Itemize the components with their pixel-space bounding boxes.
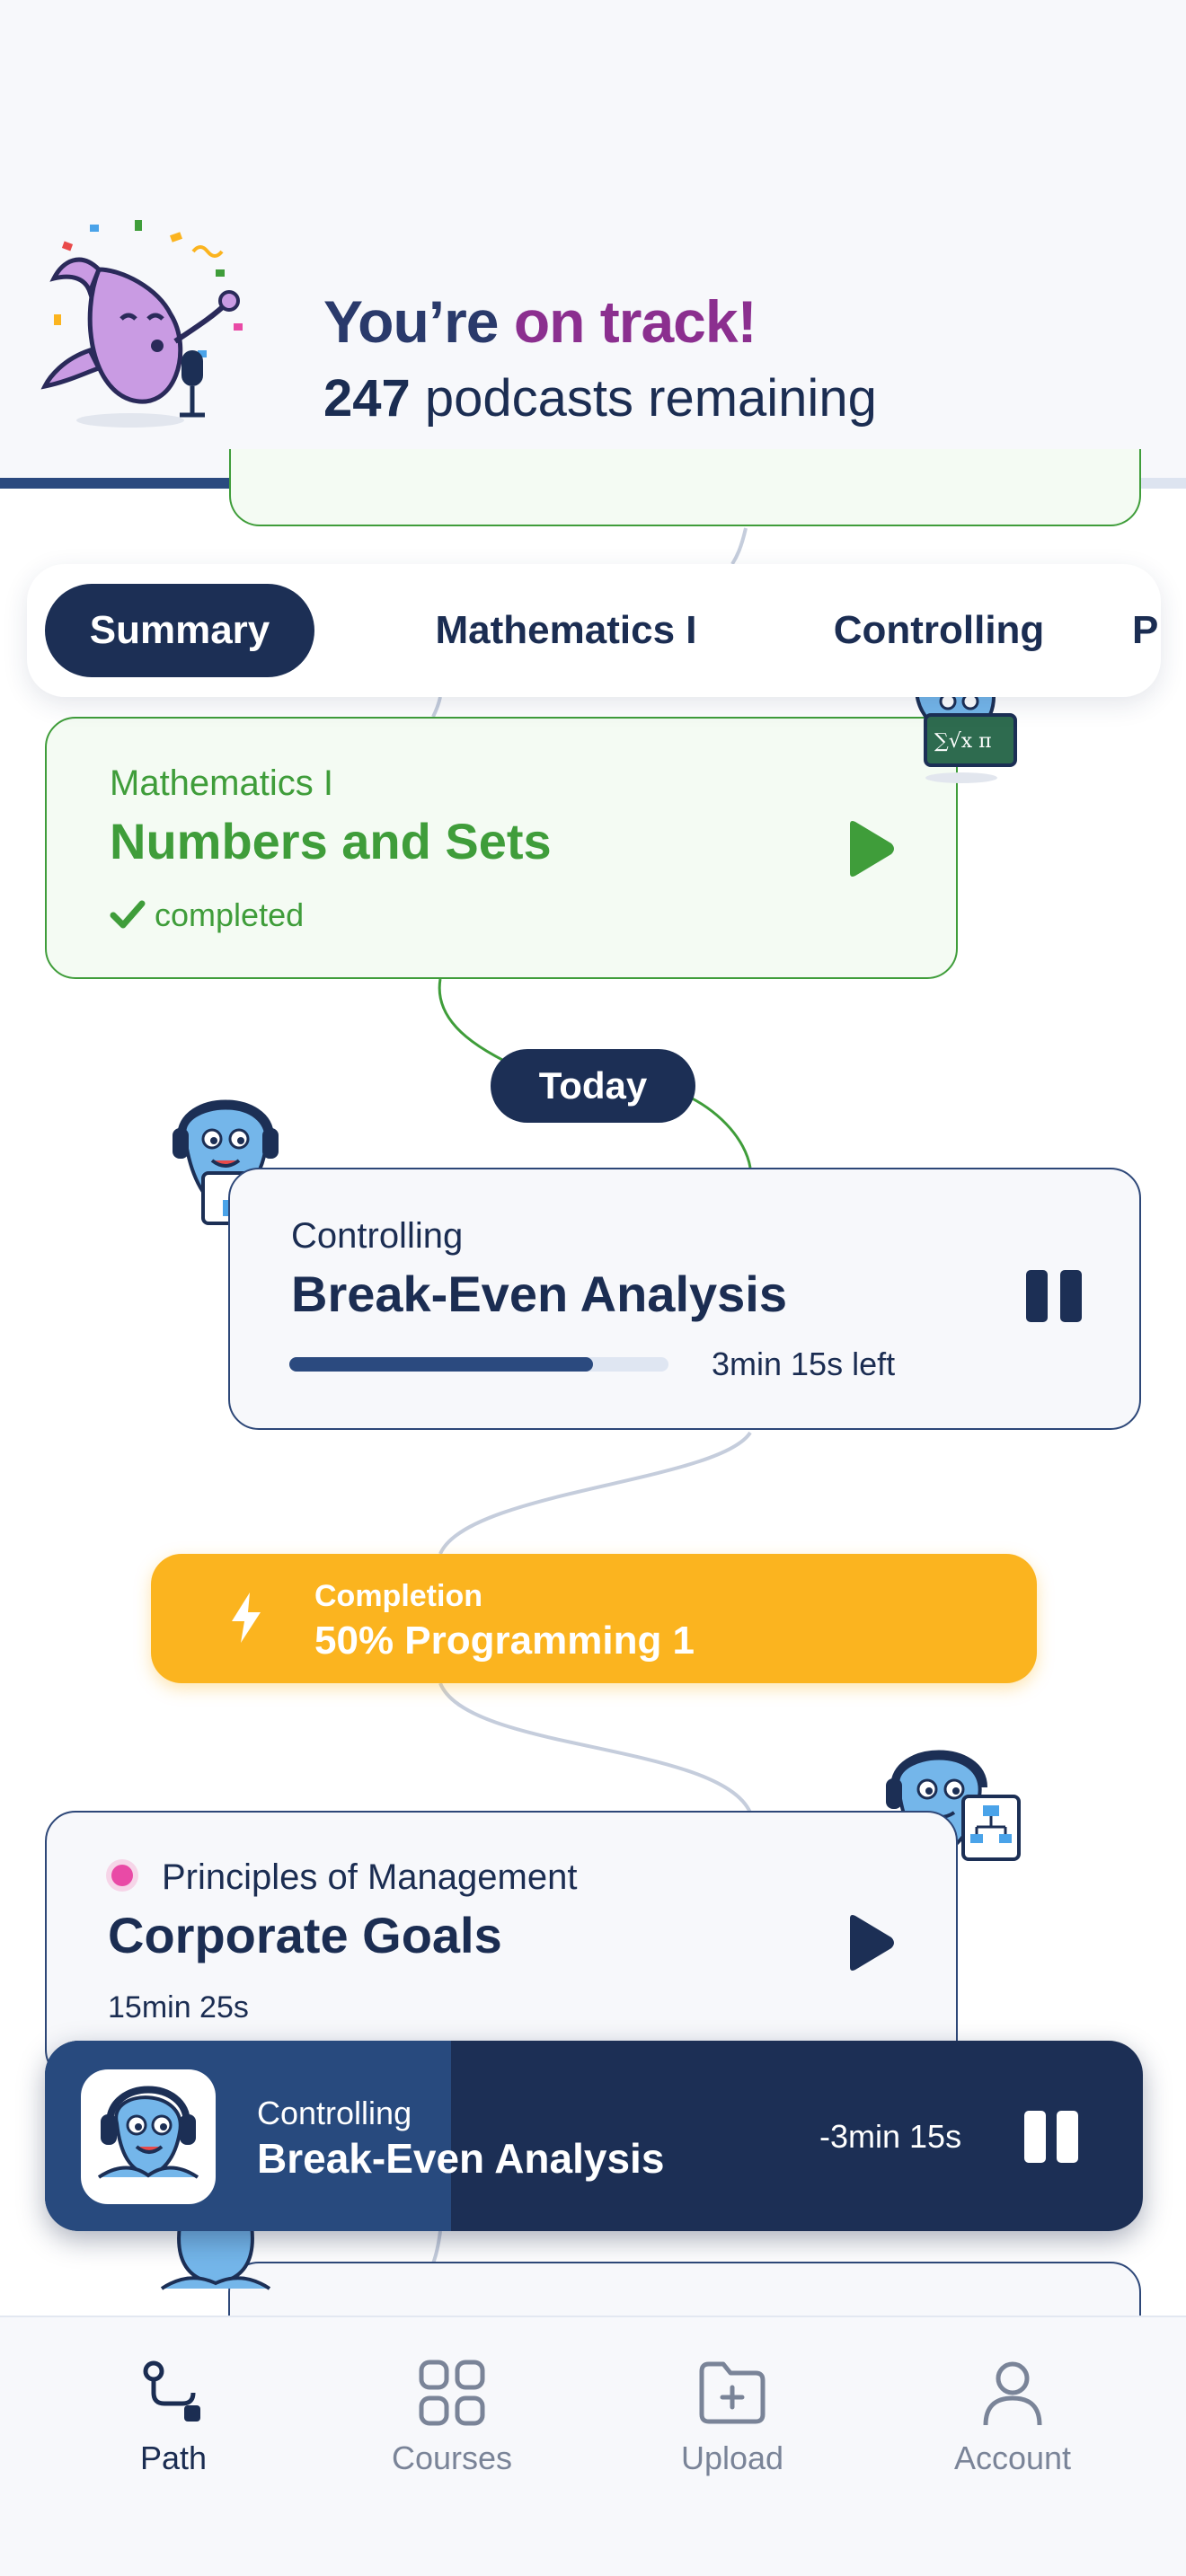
nav-courses[interactable]: Courses xyxy=(304,2317,600,2576)
play-icon[interactable] xyxy=(843,1913,897,1972)
previous-lesson-card[interactable] xyxy=(229,449,1141,526)
milestone-card: Completion 50% Programming 1 xyxy=(151,1554,1037,1683)
mini-player-pause-icon[interactable] xyxy=(1024,2111,1078,2163)
lesson-progress-fill xyxy=(289,1357,593,1372)
nav-upload-label: Upload xyxy=(680,2439,784,2476)
completed-label: completed xyxy=(155,896,305,933)
time-left: 3min 15s left xyxy=(712,1345,896,1382)
mini-player[interactable]: Controlling Break-Even Analysis -3min 15… xyxy=(45,2041,1143,2231)
nav-account-label: Account xyxy=(953,2439,1072,2476)
tab-mathematics-1[interactable]: Mathematics I xyxy=(368,584,764,677)
nav-account[interactable]: Account xyxy=(864,2317,1161,2576)
tab-summary[interactable]: Summary xyxy=(45,584,314,677)
mini-player-course: Controlling xyxy=(257,2095,412,2131)
user-icon xyxy=(983,2361,1042,2426)
lesson-course: Mathematics I xyxy=(110,763,333,803)
nav-upload[interactable]: Upload xyxy=(584,2317,881,2576)
pause-icon[interactable] xyxy=(1026,1270,1082,1322)
status-title: You’re on track! xyxy=(323,288,757,355)
mini-player-artwork xyxy=(81,2069,216,2204)
lightning-icon xyxy=(232,1592,261,1643)
lesson-course: Controlling xyxy=(291,1216,464,1256)
course-color-dot xyxy=(111,1865,133,1886)
folder-plus-icon xyxy=(699,2361,766,2424)
lesson-course: Principles of Management xyxy=(162,1857,578,1897)
status-title-accent: on track! xyxy=(513,288,757,355)
lesson-card-completed[interactable]: Mathematics I Numbers and Sets completed xyxy=(45,717,958,979)
milestone-label: Completion xyxy=(314,1579,482,1613)
path-icon xyxy=(143,2360,200,2422)
lesson-title: Break-Even Analysis xyxy=(291,1266,787,1322)
mini-player-title: Break-Even Analysis xyxy=(257,2135,665,2182)
lesson-title: Corporate Goals xyxy=(108,1907,502,1963)
lesson-progress-bar xyxy=(289,1357,668,1372)
today-marker: Today xyxy=(491,1049,695,1123)
mini-player-remaining: -3min 15s xyxy=(819,2118,962,2155)
tab-next[interactable]: P xyxy=(1132,584,1161,677)
podcast-mascot-icon xyxy=(97,2086,199,2179)
grid-icon xyxy=(419,2360,485,2426)
play-icon[interactable] xyxy=(843,819,897,878)
completed-status: completed xyxy=(110,896,304,934)
nav-path[interactable]: Path xyxy=(25,2317,322,2576)
nav-path-label: Path xyxy=(139,2439,208,2476)
check-icon xyxy=(110,900,146,929)
nav-courses-label: Courses xyxy=(391,2439,513,2476)
svg-text:∑√x π: ∑√x π xyxy=(934,730,992,753)
header: You’re on track! 247 podcasts remaining xyxy=(0,0,1186,489)
lesson-card-next[interactable]: Principles of Management Corporate Goals… xyxy=(45,1811,958,2080)
tab-controlling[interactable]: Controlling xyxy=(773,584,1105,677)
lesson-title: Numbers and Sets xyxy=(110,813,552,869)
party-mascot-icon xyxy=(40,220,243,428)
bottom-navigation: Path Courses Upload Account xyxy=(0,2316,1186,2576)
lesson-card-current[interactable]: Controlling Break-Even Analysis xyxy=(228,1168,1141,1430)
remaining-count: 247 xyxy=(323,369,411,428)
upcoming-mascot-icon xyxy=(160,2226,271,2290)
remaining-podcasts: 247 podcasts remaining xyxy=(323,368,877,428)
milestone-value: 50% Programming 1 xyxy=(314,1619,695,1663)
lesson-duration: 15min 25s xyxy=(108,1990,249,2025)
remaining-label: podcasts remaining xyxy=(410,369,877,428)
course-tabs: Summary Mathematics I Controlling P xyxy=(27,564,1161,697)
